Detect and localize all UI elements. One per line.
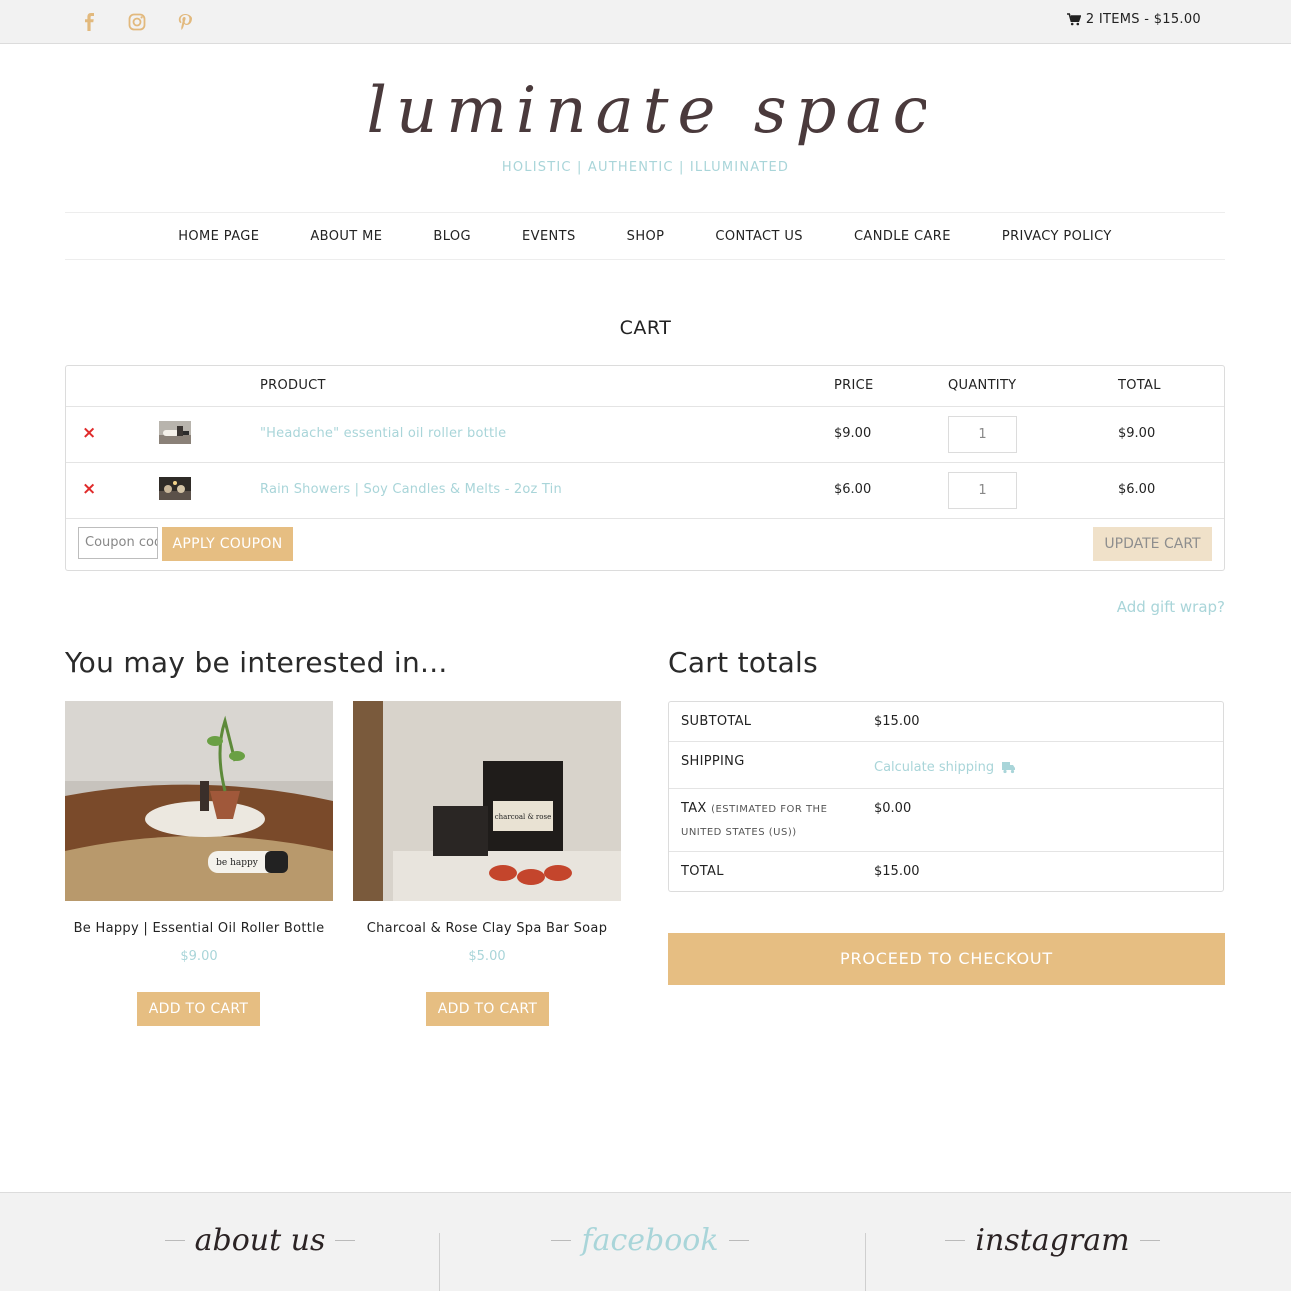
pinterest-icon[interactable]	[175, 12, 195, 32]
nav-privacy-policy[interactable]: PRIVACY POLICY	[1002, 229, 1112, 244]
nav-candle-care[interactable]: CANDLE CARE	[854, 229, 951, 244]
product-price: $5.00	[468, 949, 506, 964]
product-card: be happy Be Happy | Essential Oil Roller…	[65, 701, 333, 1026]
coupon-code-input[interactable]: Coupon code	[78, 527, 158, 559]
footer-facebook-title: facebook	[581, 1223, 719, 1258]
cross-sells-heading: You may be interested in...	[65, 646, 448, 679]
nav-home-page[interactable]: HOME PAGE	[178, 229, 259, 244]
cart-totals-table: SUBTOTAL $15.00 SHIPPING Calculate shipp…	[668, 701, 1224, 892]
cart-item-total: $6.00	[1118, 482, 1156, 497]
cart-item-name[interactable]: Rain Showers | Soy Candles & Melts - 2oz…	[260, 482, 562, 497]
apply-coupon-button[interactable]: APPLY COUPON	[162, 527, 293, 561]
site-logo[interactable]: illuminate space	[0, 62, 1291, 172]
footer-divider	[865, 1233, 866, 1291]
footer-about-us-title: about us	[194, 1223, 326, 1258]
main-nav: HOME PAGE ABOUT ME BLOG EVENTS SHOP CONT…	[65, 212, 1225, 260]
product-name[interactable]: Charcoal & Rose Clay Spa Bar Soap	[353, 921, 621, 936]
nav-shop[interactable]: SHOP	[627, 229, 665, 244]
shipping-row: SHIPPING Calculate shipping	[669, 742, 1223, 789]
order-total-label: TOTAL	[681, 864, 724, 879]
footer-instagram: instagram	[935, 1223, 1170, 1291]
add-gift-wrap-link[interactable]: Add gift wrap?	[1117, 598, 1225, 616]
top-bar: 2 ITEMS - $15.00	[0, 0, 1291, 44]
product-card: charcoal & rose Charcoal & Rose Clay Spa…	[353, 701, 621, 1026]
product-image[interactable]: be happy	[65, 701, 333, 901]
nav-blog[interactable]: BLOG	[433, 229, 471, 244]
instagram-icon[interactable]	[127, 12, 147, 32]
cart-item-row: × "Headache" essential oil roller bottle…	[66, 407, 1224, 463]
proceed-to-checkout-button[interactable]: PROCEED TO CHECKOUT	[668, 933, 1225, 985]
tax-label-group: TAX (ESTIMATED FOR THE UNITED STATES (US…	[681, 798, 841, 844]
facebook-icon[interactable]	[80, 12, 100, 32]
mini-cart[interactable]: 2 ITEMS - $15.00	[1066, 12, 1201, 27]
header-quantity: QUANTITY	[948, 378, 1017, 393]
cart-item-price: $6.00	[834, 482, 872, 497]
subtotal-value: $15.00	[874, 714, 920, 729]
cart-totals-heading: Cart totals	[668, 646, 819, 679]
subtotal-row: SUBTOTAL $15.00	[669, 702, 1223, 742]
tagline: HOLISTIC | AUTHENTIC | ILLUMINATED	[501, 160, 790, 175]
product-image-label: be happy	[216, 858, 259, 868]
add-to-cart-button[interactable]: ADD TO CART	[137, 992, 260, 1026]
cart-icon	[1066, 13, 1081, 26]
remove-item-icon[interactable]: ×	[82, 425, 96, 442]
product-thumbnail[interactable]	[159, 421, 191, 444]
subtotal-label: SUBTOTAL	[681, 714, 752, 729]
footer-divider	[439, 1233, 440, 1291]
tax-value: $0.00	[874, 801, 912, 816]
cart-item-row: × Rain Showers | Soy Candles & Melts - 2…	[66, 463, 1224, 519]
cart-item-price: $9.00	[834, 426, 872, 441]
add-to-cart-button[interactable]: ADD TO CART	[426, 992, 549, 1026]
product-thumbnail[interactable]	[159, 477, 191, 500]
calculate-shipping-label: Calculate shipping	[874, 760, 995, 775]
remove-item-icon[interactable]: ×	[82, 481, 96, 498]
cart-table: PRODUCT PRICE QUANTITY TOTAL × "Headache…	[65, 365, 1225, 571]
logo-text: illuminate space	[366, 74, 926, 148]
footer-about-us: about us	[160, 1223, 360, 1291]
cart-item-total: $9.00	[1118, 426, 1156, 441]
tax-row: TAX (ESTIMATED FOR THE UNITED STATES (US…	[669, 789, 1223, 852]
product-price: $9.00	[180, 949, 218, 964]
product-image[interactable]: charcoal & rose	[353, 701, 621, 901]
tax-label: TAX	[681, 801, 707, 816]
product-image-label: charcoal & rose	[495, 813, 551, 821]
mini-cart-label: 2 ITEMS - $15.00	[1085, 12, 1201, 27]
cart-table-header: PRODUCT PRICE QUANTITY TOTAL	[66, 366, 1224, 407]
quantity-input[interactable]: 1	[948, 472, 1017, 509]
order-total-value: $15.00	[874, 864, 920, 879]
header-total: TOTAL	[1118, 378, 1161, 393]
logo-wordmark: illuminate space	[366, 74, 926, 148]
shipping-label: SHIPPING	[681, 754, 745, 769]
update-cart-button[interactable]: UPDATE CART	[1093, 527, 1212, 561]
footer: about us facebook instagram	[0, 1192, 1291, 1291]
page-title: CART	[619, 317, 672, 339]
nav-about-me[interactable]: ABOUT ME	[310, 229, 382, 244]
footer-instagram-title: instagram	[975, 1223, 1130, 1258]
product-name[interactable]: Be Happy | Essential Oil Roller Bottle	[65, 921, 333, 936]
quantity-input[interactable]: 1	[948, 416, 1017, 453]
footer-facebook: facebook	[550, 1223, 750, 1291]
nav-events[interactable]: EVENTS	[522, 229, 576, 244]
header-product: PRODUCT	[260, 378, 326, 393]
calculate-shipping-link[interactable]: Calculate shipping	[874, 760, 1016, 775]
cart-item-name[interactable]: "Headache" essential oil roller bottle	[260, 426, 506, 441]
header-price: PRICE	[834, 378, 874, 393]
truck-icon	[1002, 762, 1016, 774]
order-total-row: TOTAL $15.00	[669, 852, 1223, 891]
nav-contact-us[interactable]: CONTACT US	[715, 229, 803, 244]
